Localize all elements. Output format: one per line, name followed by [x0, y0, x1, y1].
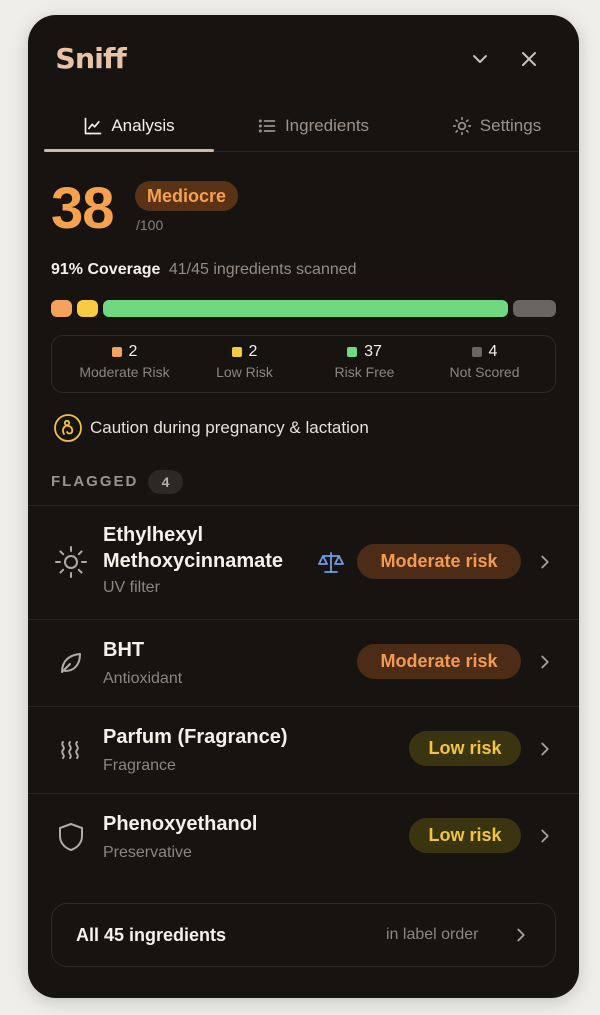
ingredient-name: Parfum (Fragrance): [103, 726, 288, 748]
ingredient-category: UV filter: [103, 579, 160, 596]
tab-settings[interactable]: Settings: [414, 103, 579, 149]
header: Sniff: [28, 15, 579, 105]
extension-panel: Sniff Analysis Ingredients Settings 38 M…: [28, 15, 579, 998]
legend-swatch: [471, 347, 482, 357]
legend-swatch: [111, 347, 122, 357]
score-value: 38: [51, 176, 115, 241]
tab-bar: Analysis Ingredients Settings: [44, 103, 579, 152]
shield-icon: [59, 823, 83, 851]
risk-badge: Moderate risk: [357, 544, 521, 579]
risk-legend: 2 Moderate Risk 2 Low Risk 37 Risk Free …: [51, 335, 556, 393]
bar-low-risk: [77, 300, 98, 317]
scale-icon: [318, 552, 344, 573]
legend-label: Risk Free: [334, 364, 395, 380]
bar-risk-free: [103, 300, 508, 317]
ingredient-name: BHT: [103, 639, 145, 661]
chevron-right-icon: [541, 829, 549, 843]
bar-moderate-risk: [51, 300, 72, 317]
pregnancy-caution: Caution during pregnancy & lactation: [53, 413, 369, 443]
score-rating-badge: Mediocre: [135, 181, 239, 211]
legend-label: Low Risk: [216, 364, 273, 380]
risk-badge: Low risk: [409, 731, 521, 766]
sun-icon: [55, 546, 87, 578]
legend-low-risk: 2 Low Risk: [182, 336, 307, 392]
legend-count: 4: [488, 343, 498, 360]
score-max: /100: [136, 217, 164, 233]
ingredient-category: Antioxidant: [103, 670, 183, 687]
app-logo: Sniff: [55, 42, 126, 75]
tab-analysis-label: Analysis: [111, 116, 175, 135]
coverage-detail: 41/45 ingredients scanned: [168, 261, 357, 278]
legend-count: 37: [364, 343, 382, 360]
all-ingredients-button[interactable]: All 45 ingredients in label order: [51, 903, 556, 967]
legend-not-scored: 4 Not Scored: [422, 336, 547, 392]
tab-ingredients-label: Ingredients: [284, 116, 370, 135]
legend-label: Not Scored: [449, 364, 520, 380]
chevron-right-icon: [541, 555, 549, 569]
flagged-count-badge: 4: [148, 470, 183, 494]
all-ingredients-label: All 45 ingredients: [76, 925, 227, 945]
chevron-right-icon: [517, 928, 525, 942]
tab-settings-label: Settings: [479, 116, 542, 135]
tab-analysis[interactable]: Analysis: [44, 103, 214, 152]
waves-icon: [61, 741, 79, 759]
flagged-item-ethylhexyl-methoxycinnamate[interactable]: Ethylhexyl Methoxycinnamate UV filter Mo…: [28, 506, 579, 619]
risk-badge: Moderate risk: [357, 644, 521, 679]
flagged-item-parfum[interactable]: Parfum (Fragrance) Fragrance Low risk: [28, 707, 579, 793]
chevron-right-icon: [541, 655, 549, 669]
ingredient-category: Fragrance: [103, 757, 176, 774]
ingredient-category: Preservative: [103, 844, 192, 861]
label-order-text: in label order: [386, 926, 479, 943]
flagged-heading: FLAGGED: [51, 473, 139, 490]
sun-gear-icon: [452, 116, 471, 136]
flagged-item-bht[interactable]: BHT Antioxidant Moderate risk: [28, 620, 579, 706]
legend-swatch: [347, 347, 358, 357]
flagged-item-phenoxyethanol[interactable]: Phenoxyethanol Preservative Low risk: [28, 794, 579, 880]
chevron-right-icon: [541, 742, 549, 756]
ingredient-name: Phenoxyethanol: [103, 813, 258, 835]
close-icon[interactable]: [517, 47, 541, 71]
legend-count: 2: [248, 343, 258, 360]
chevron-down-icon[interactable]: [468, 47, 492, 71]
legend-label: Moderate Risk: [79, 364, 170, 380]
bar-not-scored: [513, 300, 556, 317]
pregnancy-icon: [54, 414, 82, 442]
legend-moderate-risk: 2 Moderate Risk: [62, 336, 187, 392]
legend-risk-free: 37 Risk Free: [302, 336, 427, 392]
list-icon: [258, 119, 276, 133]
risk-badge: Low risk: [409, 818, 521, 853]
coverage-summary: 91% Coverage 41/45 ingredients scanned: [51, 261, 357, 279]
coverage-percent: 91% Coverage: [51, 261, 161, 278]
legend-count: 2: [128, 343, 138, 360]
tab-ingredients[interactable]: Ingredients: [222, 103, 404, 149]
legend-swatch: [231, 347, 242, 357]
ingredient-name-line2: Methoxycinnamate: [103, 550, 284, 572]
line-chart-icon: [85, 117, 102, 135]
caution-text: Caution during pregnancy & lactation: [90, 418, 369, 437]
ingredient-name-line1: Ethylhexyl: [103, 524, 204, 546]
leaf-icon: [61, 653, 81, 673]
